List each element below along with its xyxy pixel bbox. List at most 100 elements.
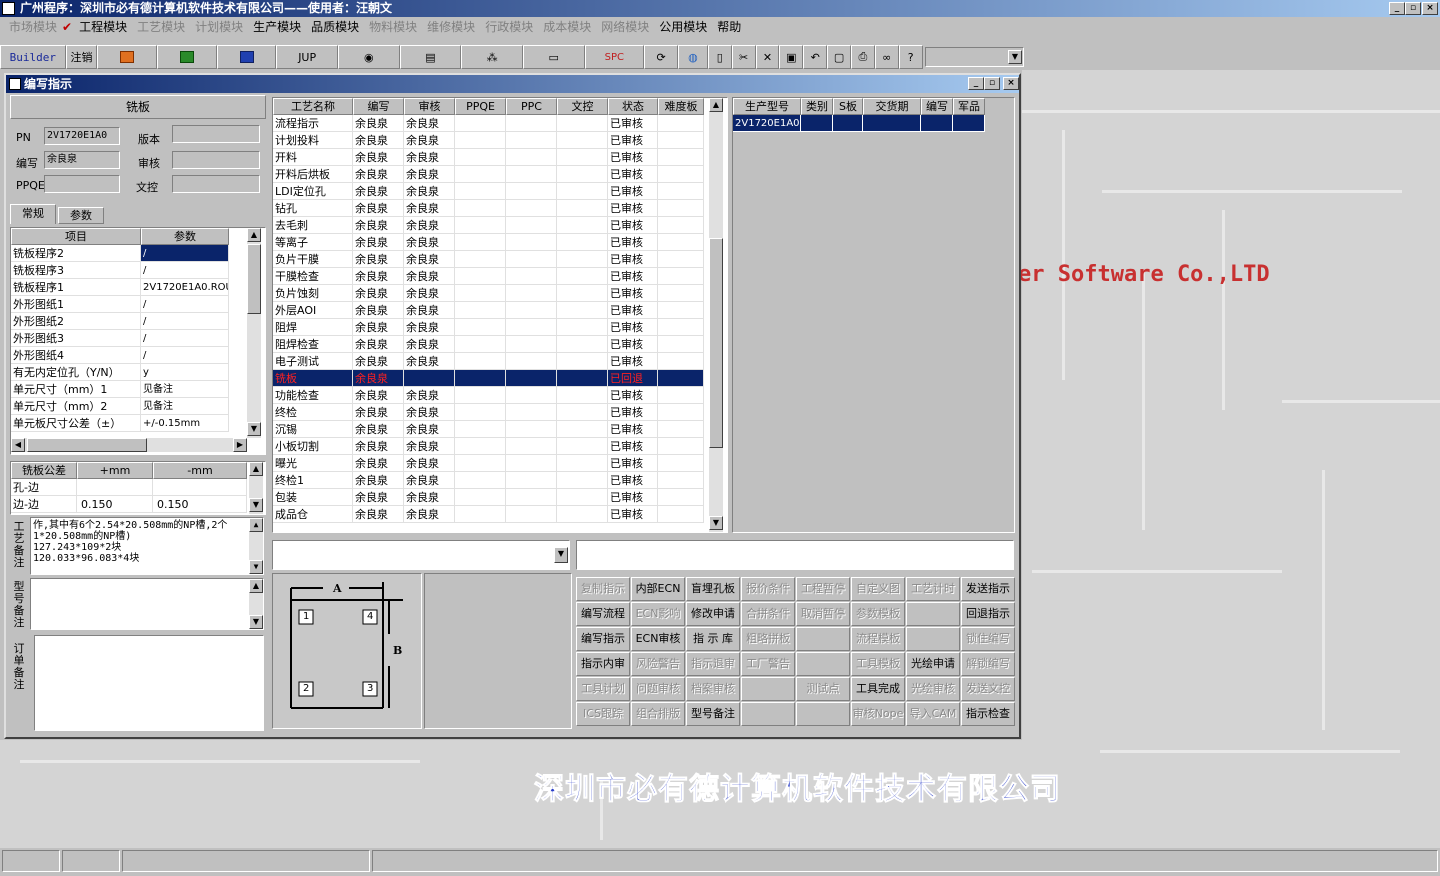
steps-header[interactable]: 审核 (404, 98, 455, 115)
pn-field[interactable]: 2V1720E1A0 (44, 127, 120, 145)
models-header[interactable]: 军品 (953, 98, 985, 115)
action-button[interactable]: 复制指示 (576, 577, 630, 601)
process-note-field[interactable]: 作,其中有6个2.54*20.508mm的NP槽,2个1*20.508mm的NP… (30, 517, 264, 575)
action-button[interactable]: 编写流程 (576, 602, 630, 626)
action-button[interactable] (796, 702, 850, 726)
action-button[interactable]: 回退指示 (961, 602, 1015, 626)
scroll-up-icon[interactable]: ▲ (247, 228, 261, 242)
eye-button[interactable]: ◉ (337, 45, 400, 69)
preview-button[interactable]: ▢ (827, 45, 851, 69)
tolerance-scrollbar[interactable]: ▲ ▼ (249, 462, 263, 514)
find-button[interactable]: ∞ (874, 45, 899, 69)
steps-row[interactable]: LDI定位孔 余良泉 余良泉 已审核 (273, 183, 727, 200)
menu-item[interactable]: 工艺模块 (132, 18, 190, 35)
toolbar-combo[interactable]: ▼ (924, 47, 1024, 67)
steps-row[interactable]: 终检 余良泉 余良泉 已审核 (273, 404, 727, 421)
steps-header[interactable]: 状态 (608, 98, 658, 115)
save-button[interactable]: ▣ (779, 45, 804, 69)
steps-row[interactable]: 去毛刺 余良泉 余良泉 已审核 (273, 217, 727, 234)
model-note-field[interactable]: ▲ ▼ (30, 578, 264, 630)
action-button[interactable]: 工程暂停 (796, 577, 850, 601)
steps-row[interactable]: 等离子 余良泉 余良泉 已审核 (273, 234, 727, 251)
ie-button[interactable]: ◍ (677, 45, 708, 69)
action-button[interactable]: ICS跟踪 (576, 702, 630, 726)
tolerance-row[interactable]: 边-边 0.150 0.150 (11, 496, 265, 513)
steps-row[interactable]: 负片干膜 余良泉 余良泉 已审核 (273, 251, 727, 268)
action-button[interactable]: 参数模板 (851, 602, 905, 626)
params-row[interactable]: 单元尺寸（mm）2 见备注 (11, 398, 265, 415)
action-button[interactable]: 审核Nope (851, 702, 905, 726)
params-row[interactable]: 外形图纸4/ (11, 347, 265, 364)
jup-button[interactable]: JUP (276, 45, 338, 69)
action-button[interactable]: 盲埋孔板 (686, 577, 740, 601)
menu-item[interactable]: 工程模块 (74, 18, 132, 35)
steps-row[interactable]: 沉锡 余良泉 余良泉 已审核 (273, 421, 727, 438)
action-button[interactable] (906, 627, 960, 651)
action-button[interactable]: 指 示 库 (686, 627, 740, 651)
action-button[interactable]: 工厂警告 (741, 652, 795, 676)
delete-button[interactable]: ✕ (755, 45, 780, 69)
action-button[interactable] (796, 627, 850, 651)
models-header[interactable]: 编写 (921, 98, 953, 115)
chevron-down-icon[interactable]: ▼ (554, 547, 568, 563)
new-button[interactable]: ▯ (707, 45, 732, 69)
params-row[interactable]: 铣板程序2/ (11, 245, 265, 262)
minimize-button[interactable]: _ (1389, 2, 1405, 15)
steps-row[interactable]: 外层AOI 余良泉 余良泉 已审核 (273, 302, 727, 319)
word-button[interactable] (216, 45, 277, 69)
action-button[interactable]: 发送文控 (961, 677, 1015, 701)
bottom-text-field[interactable] (576, 540, 1014, 570)
params-row[interactable]: 外形图纸1/ (11, 296, 265, 313)
action-button[interactable]: 指示退审 (686, 652, 740, 676)
tab-params[interactable]: 参数 (58, 207, 104, 224)
models-row[interactable]: 2V1720E1A0 (733, 115, 985, 132)
steps-row[interactable]: 负片蚀刻 余良泉 余良泉 已审核 (273, 285, 727, 302)
steps-row[interactable]: 小板切割 余良泉 余良泉 已审核 (273, 438, 727, 455)
steps-row[interactable]: 钻孔 余良泉 余良泉 已审核 (273, 200, 727, 217)
scroll-up-icon[interactable]: ▲ (709, 98, 723, 112)
models-header[interactable]: 类别 (801, 98, 833, 115)
menu-item[interactable]: 物料模块 (364, 18, 422, 35)
steps-header[interactable]: PPQE (455, 98, 506, 115)
steps-row[interactable]: 流程指示 余良泉 余良泉 已审核 (273, 115, 727, 132)
action-button[interactable]: 自定义图 (851, 577, 905, 601)
action-button[interactable]: 组合排版 (631, 702, 685, 726)
steps-row[interactable]: 成品仓 余良泉 余良泉 已审核 (273, 506, 727, 523)
menu-item[interactable]: 网络模块 (596, 18, 654, 35)
action-button[interactable] (741, 677, 795, 701)
steps-row[interactable]: 包装 余良泉 余良泉 已审核 (273, 489, 727, 506)
params-grid[interactable]: 项目 参数 铣板程序2/铣板程序3/铣板程序1 2V1720E1A0.ROU 外形图纸1… (10, 227, 266, 455)
steps-row[interactable]: 计划投料 余良泉 余良泉 已审核 (273, 132, 727, 149)
menu-item[interactable]: 行政模块 (480, 18, 538, 35)
child-close-button[interactable]: × (1003, 77, 1019, 90)
action-button[interactable]: 指示检查 (961, 702, 1015, 726)
steps-row[interactable]: 开料 余良泉 余良泉 已审核 (273, 149, 727, 166)
action-button[interactable]: ECN影响 (631, 602, 685, 626)
tolerance-row[interactable]: 孔-边 (11, 479, 265, 496)
params-hscrollbar[interactable]: ◀ ▶ (11, 438, 247, 452)
action-button[interactable]: 光绘审核 (906, 677, 960, 701)
review-field[interactable] (172, 151, 260, 169)
tolerance-header[interactable]: +mm (77, 462, 153, 479)
menu-item[interactable]: 市场模块 (4, 18, 62, 35)
version-field[interactable] (172, 125, 260, 143)
process-steps-grid[interactable]: 工艺名称 编写 审核 PPQE PPC 文控 状态 难度板 流程指示 余良泉 余良泉 已审核 计划投料余… (272, 97, 728, 533)
steps-row[interactable]: 终检1 余良泉 余良泉 已审核 (273, 472, 727, 489)
params-header[interactable]: 项目 (11, 228, 141, 245)
steps-header[interactable]: 工艺名称 (273, 98, 353, 115)
menu-item[interactable]: 帮助 (712, 18, 746, 35)
params-row[interactable]: 铣板程序1 2V1720E1A0.ROU (11, 279, 265, 296)
action-button[interactable]: 粗略拼板 (741, 627, 795, 651)
network-button[interactable]: ⁂ (461, 45, 523, 69)
ppqe-field[interactable] (44, 175, 120, 193)
child-restore-button[interactable]: ▫ (984, 77, 1000, 90)
action-button[interactable]: 锁住编写 (961, 627, 1015, 651)
menu-item[interactable]: 公用模块 (654, 18, 712, 35)
bottom-combo[interactable]: ▼ (272, 540, 570, 570)
menu-item[interactable]: 品质模块 (306, 18, 364, 35)
restore-button[interactable]: ▫ (1405, 2, 1421, 15)
params-row[interactable]: 单元板尺寸公差（±） +/-0.15mm (11, 415, 265, 432)
database-button[interactable]: ▤ (399, 45, 462, 69)
steps-header[interactable]: 编写 (353, 98, 404, 115)
author-field[interactable]: 余良泉 (44, 151, 120, 169)
